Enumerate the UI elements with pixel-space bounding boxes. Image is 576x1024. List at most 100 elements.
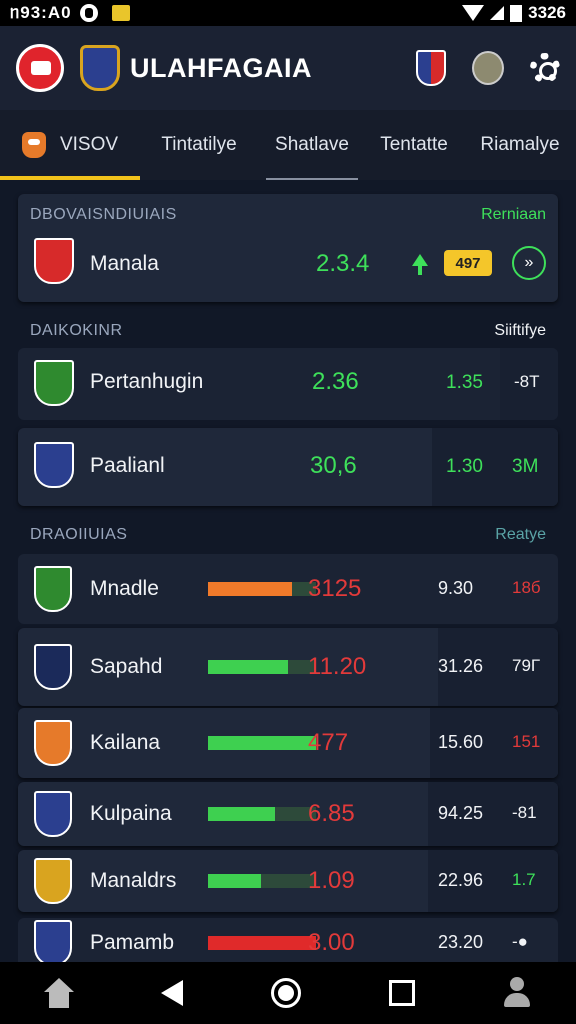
app-header: ULAHFAGAIA [0,26,576,110]
standings-row[interactable]: Kailana 477 15.60 151 [18,708,558,778]
team-odd: 1.30 [446,456,483,477]
standings-row[interactable]: Sapahd 11.20 31.26 79Г [18,628,558,706]
tab-label: Riamalye [480,134,560,155]
tab-label: Shatlave [275,134,349,155]
team-extra: 18б [512,578,541,597]
standings-row[interactable]: Pamamb 3.00 23.20 -● [18,918,558,968]
system-nav-bar [0,962,576,1024]
expand-button[interactable]: » [512,246,546,280]
featured-card[interactable]: DBOVAISNDIUIAIS Rerniaan Manala 2.3.4 49… [18,194,558,302]
app-title: ULAHFAGAIA [130,52,312,83]
team-value: 30,6 [310,452,357,479]
team-extra: 151 [512,732,541,751]
team-value: 1.09 [308,867,355,894]
progress-bar [208,736,316,750]
team-crest-icon [34,720,72,766]
home-icon[interactable] [43,978,74,1008]
shield-icon[interactable] [416,50,446,86]
standings-row[interactable]: Kulpaina 6.85 94.25 -81 [18,782,558,846]
team-crest-icon [34,360,74,406]
main-content: DBOVAISNDIUIAIS Rerniaan Manala 2.3.4 49… [0,180,576,968]
standings-row[interactable]: Mnadle 3125 9.30 18б [18,554,558,624]
team-name: Kulpaina [90,802,172,825]
progress-bar [208,660,316,674]
up-arrow-icon [412,254,428,275]
tab-visov[interactable]: VISOV [0,110,140,180]
team-extra: -8T [514,372,540,391]
progress-bar [208,874,316,888]
progress-fill [208,660,288,674]
team-name: Pamamb [90,931,175,954]
team-odd: 31.26 [438,656,484,676]
team-name: Paalianl [90,454,165,477]
section-right-label: Rerniaan [481,206,546,223]
owl-icon [21,132,46,158]
team-crest-icon [34,858,72,904]
progress-fill [208,582,292,596]
team-odd: 15.60 [438,732,484,752]
tab-bar: VISOV Tintatilye Shatlave Tentatte Riama… [0,110,576,180]
wifi-icon [462,5,485,21]
tab-riamalye[interactable]: Riamalye [470,110,570,180]
team-odd: 23.20 [438,932,484,952]
team-value: 3.00 [308,929,355,956]
app-notification-icon [111,5,130,21]
signal-icon [490,6,505,20]
gear-icon[interactable] [530,53,560,83]
recents-icon[interactable] [388,980,415,1006]
notification-icon [79,4,98,22]
team-value: 2.36 [312,368,359,395]
progress-fill [208,936,316,950]
team-extra: -● [512,932,528,951]
section-title: DBOVAISNDIUIAIS [30,206,177,223]
team-name: Manaldrs [90,869,177,892]
team-crest-icon [34,442,74,488]
team-name: Manala [90,252,159,275]
match-row[interactable]: Pertanhugin 2.36 1.35 -8T [18,348,558,420]
progress-bar [208,582,316,596]
tab-shatlave[interactable]: Shatlave [266,110,358,180]
app-logo-icon[interactable] [16,44,64,92]
section-title: DRAOIIUIAS [30,526,128,543]
team-crest-icon [34,644,72,690]
team-name: Mnadle [90,577,159,600]
profile-icon[interactable] [502,977,532,1009]
status-bar: ᥒ93:A0 3326 [0,0,576,26]
team-name: Pertanhugin [90,370,204,393]
section-right-label: Siiftifye [494,322,546,339]
team-name: Kailana [90,731,161,754]
badge-icon[interactable] [472,51,504,85]
progress-fill [208,807,275,821]
team-value: 6.85 [308,800,355,827]
tab-tentatte[interactable]: Tentatte [358,110,470,180]
team-crest-icon [34,238,74,284]
team-value: 477 [308,729,349,756]
team-extra: 3M [512,456,539,477]
section-title: DAIKOKINR [30,322,123,339]
team-odd: 94.25 [438,803,484,823]
value-chip[interactable]: 497 [444,250,492,276]
progress-bar [208,807,316,821]
tab-label: Tintatilye [161,134,237,155]
team-extra: 79Г [512,656,541,675]
team-odd: 9.30 [438,578,474,598]
home-circle-icon[interactable] [270,978,301,1008]
match-row[interactable]: Paalianl 30,6 1.30 3M [18,428,558,506]
team-value: 3125 [308,575,362,602]
tab-tintatilye[interactable]: Tintatilye [140,110,258,180]
team-extra: 1.7 [512,870,536,889]
team-value: 11.20 [308,653,367,680]
team-odd: 22.96 [438,870,484,890]
back-icon[interactable] [161,980,184,1006]
standings-row[interactable]: Manaldrs 1.09 22.96 1.7 [18,850,558,912]
section-right-label: Reatye [495,526,546,543]
status-time: ᥒ93:A0 [10,3,72,22]
club-crest-icon [80,45,120,91]
team-crest-icon [34,920,72,966]
progress-fill [208,736,316,750]
team-value: 2.3.4 [316,250,370,277]
tab-label: VISOV [59,134,119,155]
team-crest-icon [34,791,72,837]
progress-bar [208,936,316,950]
team-extra: -81 [512,803,537,822]
